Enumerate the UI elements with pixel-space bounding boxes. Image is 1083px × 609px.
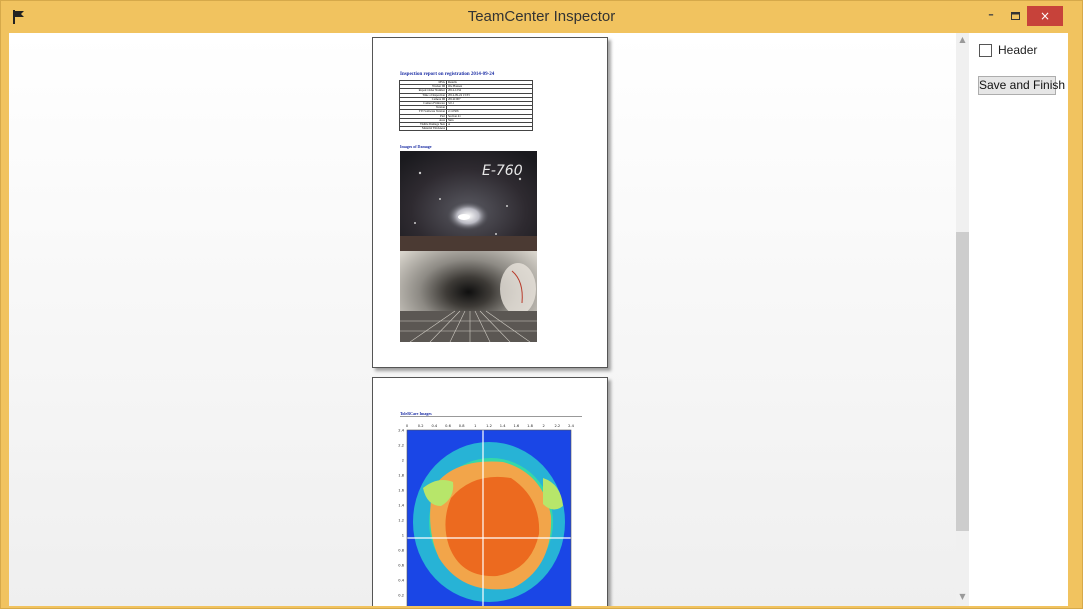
heatmap-top-tick-label: 2.4: [568, 424, 574, 428]
document-viewer[interactable]: Inspection report on registration 2014-0…: [9, 33, 956, 606]
heatmap-top-axis: 0 0.2 0.4 0.6 0.8 1 1.2 1.4 1.6 1.8 2 2.2 2.4: [406, 424, 575, 428]
close-button[interactable]: ×: [1027, 6, 1063, 26]
minimize-button[interactable]: –: [982, 6, 1000, 26]
heatmap-left-tick-label: 2.4: [398, 428, 404, 432]
heatmap-top-tick-label: 0: [406, 424, 409, 428]
scroll-down-icon[interactable]: ▼: [956, 592, 969, 604]
heatmap-top-tick-label: 1.2: [486, 424, 492, 428]
client-area: Inspection report on registration 2014-0…: [9, 33, 1068, 606]
inspection-table: MSG Results Worker ID Ole Hansen Repair Orde…: [399, 79, 533, 132]
damage-image-fuselage: [400, 251, 537, 342]
document-page-2: ToleRCare Images 0 0.2 0.4 0.6 0.8 1 1.2 1.4 1.6…: [372, 377, 608, 606]
section-divider: [400, 416, 582, 417]
heatmap-left-tick-label: 1.6: [398, 488, 404, 492]
heatmap-left-tick-label: 0.6: [398, 563, 404, 567]
maximize-icon: [1010, 12, 1020, 20]
scroll-thumb[interactable]: [956, 232, 969, 531]
images-section-title: Images of Damage: [400, 144, 432, 149]
heatmap-top-tick-label: 2: [543, 424, 545, 428]
save-and-finish-button[interactable]: Save and Finish: [978, 76, 1065, 95]
heatmap-top-tick-label: 0.2: [418, 424, 424, 428]
side-panel: Header Save and Finish: [969, 33, 1068, 606]
damage-image-closeup: E-760: [400, 151, 537, 251]
heatmap-left-tick-label: 1.4: [398, 503, 404, 507]
heatmap-left-axis: 00.20.40.60.811.21.41.61.822.22.4: [398, 428, 404, 597]
heatmap-left-tick-label: 1.8: [398, 473, 404, 477]
table-key: Material Thickness: [399, 126, 447, 132]
heatmap-top-tick-label: 0.8: [459, 424, 465, 428]
heatmap-left-tick-label: 0.4: [398, 578, 404, 582]
thickness-heatmap: 0 0.2 0.4 0.6 0.8 1 1.2 1.4 1.6 1.8 2 2.2 2.4 0 0.2 0.…: [398, 424, 575, 606]
header-option[interactable]: Header: [979, 43, 1037, 57]
window-title: TeamCenter Inspector: [467, 8, 616, 25]
heatmap-left-tick-label: 2.2: [398, 443, 404, 447]
heatmap-top-tick-label: 1.8: [527, 424, 533, 428]
heatmap-left-tick-label: 1.2: [398, 518, 404, 522]
heatmap-left-tick-label: 2: [402, 458, 404, 462]
heatmap-top-tick-label: 0.6: [445, 424, 451, 428]
heatmap-top-tick-label: 1.6: [513, 424, 519, 428]
title-bar[interactable]: TeamCenter Inspector – ×: [1, 1, 1082, 33]
heatmap-top-tick-label: 1: [474, 424, 476, 428]
app-window: TeamCenter Inspector – × Inspection repo…: [0, 0, 1083, 609]
vertical-scrollbar[interactable]: ▲ ▼: [956, 33, 969, 606]
table-row: Material Thickness: [399, 126, 533, 132]
header-checkbox[interactable]: [979, 43, 992, 57]
report-title: Inspection report on registration 2014-0…: [400, 72, 495, 77]
heatmap-top-tick-label: 1.4: [500, 424, 506, 428]
image-caption: E-760: [482, 163, 523, 179]
heatmap-left-tick-label: 0.2: [398, 593, 404, 597]
table-value: [446, 126, 533, 132]
heatmap-top-tick-label: 0.4: [431, 424, 437, 428]
maximize-button[interactable]: [1006, 6, 1024, 26]
header-checkbox-label[interactable]: Header: [998, 43, 1037, 57]
document-page-1: Inspection report on registration 2014-0…: [372, 37, 608, 368]
heatmap-left-tick-label: 1: [402, 533, 404, 537]
heatmap-left-tick-label: 0.8: [398, 548, 404, 552]
scroll-up-icon[interactable]: ▲: [956, 35, 969, 47]
heatmap-region-hot: [445, 476, 540, 577]
heatmap-top-tick-label: 2.2: [554, 424, 560, 428]
